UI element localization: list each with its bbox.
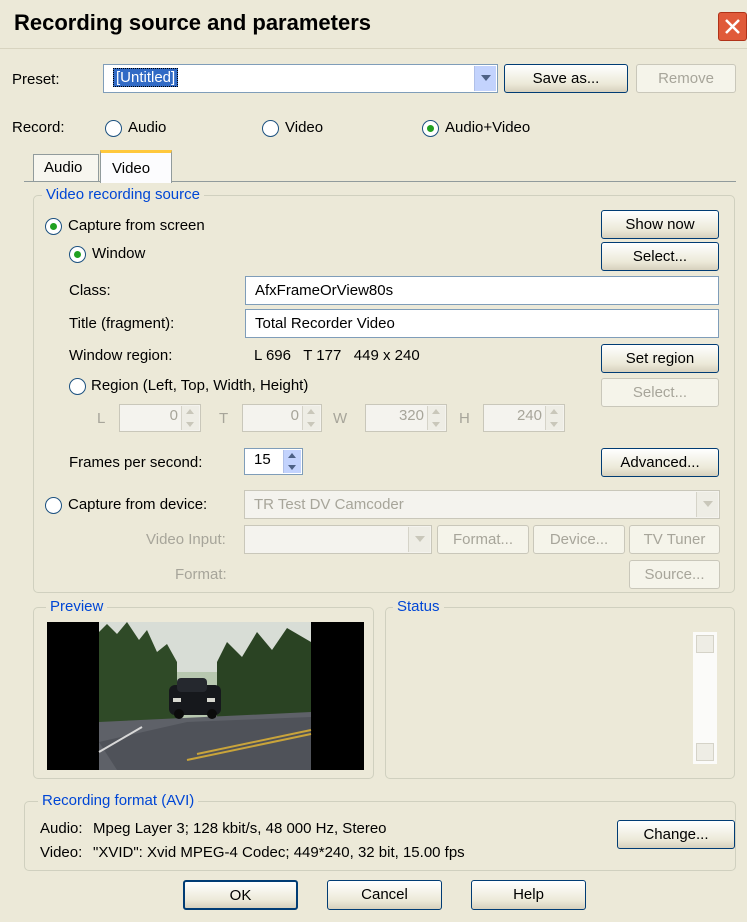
format-audio-value: Mpeg Layer 3; 128 kbit/s, 48 000 Hz, Ste… xyxy=(93,820,387,837)
cancel-button[interactable]: Cancel xyxy=(327,880,442,910)
spin-arrows-icon[interactable] xyxy=(283,450,301,473)
preview-video xyxy=(47,622,364,770)
radio-audio-video-label: Audio+Video xyxy=(445,119,531,136)
window-region-value: L 696 T 177 449 x 240 xyxy=(254,347,420,364)
recording-format-title: Recording format (AVI) xyxy=(38,792,199,809)
preset-value: [Untitled] xyxy=(113,68,179,87)
window-label: Window xyxy=(92,245,146,262)
chevron-down-icon[interactable] xyxy=(408,527,430,552)
tab-audio[interactable]: Audio xyxy=(33,154,99,182)
l-label: L xyxy=(97,410,106,427)
fps-value: 15 xyxy=(254,451,271,468)
help-button[interactable]: Help xyxy=(471,880,586,910)
region-radio-label: Region (Left, Top, Width, Height) xyxy=(91,377,309,394)
capture-device-label: Capture from device: xyxy=(68,496,208,513)
l-value: 0 xyxy=(169,407,178,424)
close-button[interactable] xyxy=(718,12,747,41)
h-spinner[interactable]: 240 xyxy=(483,404,565,432)
status-title: Status xyxy=(393,598,444,615)
show-now-button[interactable]: Show now xyxy=(601,210,719,239)
fps-spinner[interactable]: 15 xyxy=(244,448,303,475)
h-label: H xyxy=(459,410,470,427)
set-region-button[interactable]: Set region xyxy=(601,344,719,373)
window-region-label: Window region: xyxy=(69,347,173,364)
video-input-combo[interactable] xyxy=(244,525,432,554)
advanced-button[interactable]: Advanced... xyxy=(601,448,719,477)
ok-button[interactable]: OK xyxy=(183,880,298,910)
preset-label: Preset: xyxy=(12,71,60,88)
w-value: 320 xyxy=(398,407,424,424)
radio-capture-device[interactable] xyxy=(45,497,62,514)
status-scrollbar[interactable] xyxy=(693,632,717,764)
radio-video-label: Video xyxy=(285,119,324,136)
radio-region[interactable] xyxy=(69,378,86,395)
capture-screen-label: Capture from screen xyxy=(68,217,205,234)
status-group xyxy=(385,607,735,779)
select-window-button[interactable]: Select... xyxy=(601,242,719,271)
video-source-title: Video recording source xyxy=(42,186,204,203)
save-as-button[interactable]: Save as... xyxy=(504,64,628,93)
radio-audio-label: Audio xyxy=(128,119,167,136)
t-label: T xyxy=(219,410,229,427)
w-label: W xyxy=(333,410,348,427)
t-spinner[interactable]: 0 xyxy=(242,404,322,432)
device-value: TR Test DV Camcoder xyxy=(254,496,404,513)
close-icon xyxy=(725,19,740,34)
preview-title: Preview xyxy=(46,598,108,615)
tab-video[interactable]: Video xyxy=(100,150,172,183)
h-value: 240 xyxy=(516,407,542,424)
device-button[interactable]: Device... xyxy=(533,525,625,554)
change-format-button[interactable]: Change... xyxy=(617,820,735,849)
source-button[interactable]: Source... xyxy=(629,560,720,589)
format-video-value: "XVID": Xvid MPEG-4 Codec; 449*240, 32 b… xyxy=(93,844,465,861)
title-fragment-input[interactable]: Total Recorder Video xyxy=(245,309,719,338)
record-label: Record: xyxy=(12,119,65,136)
remove-button[interactable]: Remove xyxy=(636,64,736,93)
tv-tuner-button[interactable]: TV Tuner xyxy=(629,525,720,554)
w-spinner[interactable]: 320 xyxy=(365,404,447,432)
format-button[interactable]: Format... xyxy=(437,525,529,554)
scroll-down-icon[interactable] xyxy=(696,743,714,761)
class-input[interactable]: AfxFrameOrView80s xyxy=(245,276,719,305)
t-value: 0 xyxy=(290,407,299,424)
l-spinner[interactable]: 0 xyxy=(119,404,201,432)
spin-arrows-icon[interactable] xyxy=(302,406,320,430)
radio-window[interactable] xyxy=(69,246,86,263)
window-title: Recording source and parameters xyxy=(14,10,372,35)
radio-video[interactable] xyxy=(262,120,279,137)
spin-arrows-icon[interactable] xyxy=(181,406,199,430)
radio-audio[interactable] xyxy=(105,120,122,137)
video-input-label: Video Input: xyxy=(146,531,226,548)
scroll-up-icon[interactable] xyxy=(696,635,714,653)
fps-label: Frames per second: xyxy=(69,454,203,471)
chevron-down-icon[interactable] xyxy=(696,492,718,517)
device-combo[interactable]: TR Test DV Camcoder xyxy=(244,490,720,519)
select-region-button[interactable]: Select... xyxy=(601,378,719,407)
preview-frame-image xyxy=(98,622,312,770)
title-fragment-label: Title (fragment): xyxy=(69,315,175,332)
format-label: Format: xyxy=(175,566,227,583)
spin-arrows-icon[interactable] xyxy=(427,406,445,430)
radio-capture-screen[interactable] xyxy=(45,218,62,235)
chevron-down-icon[interactable] xyxy=(474,66,496,91)
radio-audio-video[interactable] xyxy=(422,120,439,137)
format-audio-label: Audio: xyxy=(40,820,83,837)
preset-combo[interactable]: [Untitled] xyxy=(103,64,498,93)
spin-arrows-icon[interactable] xyxy=(545,406,563,430)
format-video-label: Video: xyxy=(40,844,83,861)
class-label: Class: xyxy=(69,282,111,299)
